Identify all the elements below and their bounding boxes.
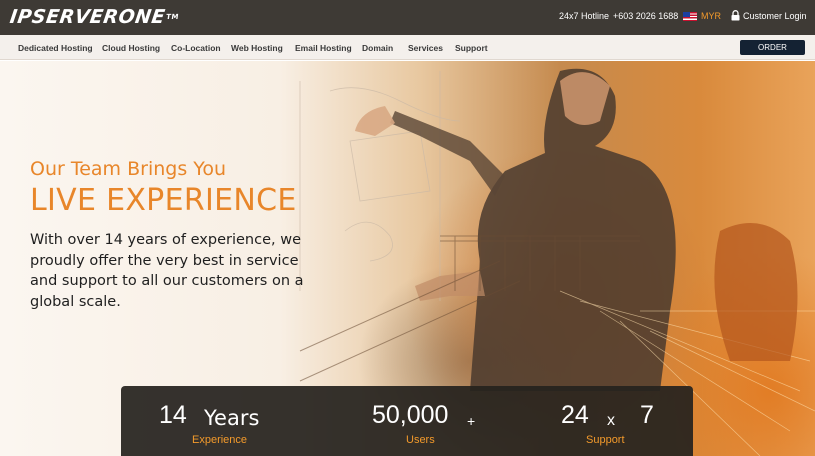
support-hours: 24 [561,401,589,429]
nav-web-hosting[interactable]: Web Hosting [231,43,283,53]
nav-co-location[interactable]: Co-Location [171,43,221,53]
years-label: Experience [192,434,248,446]
top-bar: IPSERVERONETM 24x7 Hotline +603 2026 168… [0,0,815,35]
nav-dedicated-hosting[interactable]: Dedicated Hosting [18,43,93,53]
ipserverone-logo[interactable]: IPSERVERONETM [8,6,180,28]
nav-email-hosting[interactable]: Email Hosting [295,43,352,53]
users-label: Users [406,434,435,446]
users-plus: + [467,413,476,429]
hero-subtitle: Our Team Brings You [30,158,227,180]
users-number: 50,000 [372,401,449,429]
stats-bar: 14 Years Experience 50,000 + Users 24 x … [121,386,693,456]
logo-text: IPSERVERONE [8,6,167,28]
currency-selector[interactable]: MYR [701,11,721,21]
hero-banner: Our Team Brings You LIVE EXPERIENCE With… [0,61,815,456]
years-number: 14 [159,401,187,429]
support-times: x [607,412,615,429]
customer-login-link[interactable]: Customer Login [743,11,807,21]
order-button[interactable]: ORDER [740,40,805,55]
nav-cloud-hosting[interactable]: Cloud Hosting [102,43,160,53]
hero-description: With over 14 years of experience, we pro… [30,232,304,310]
logo-trademark: TM [165,13,180,21]
hero-title: LIVE EXPERIENCE [30,183,297,218]
malaysia-flag-icon[interactable] [683,12,697,21]
nav-domain[interactable]: Domain [362,43,393,53]
support-label: Support [586,434,625,446]
main-nav: Dedicated Hosting Cloud Hosting Co-Locat… [0,35,815,60]
nav-support[interactable]: Support [455,43,488,53]
hotline-label: 24x7 Hotline [559,11,610,21]
support-days: 7 [640,401,654,429]
nav-services[interactable]: Services [408,43,443,53]
hotline-number[interactable]: +603 2026 1688 [613,11,678,21]
years-word: Years [204,406,260,430]
lock-icon [731,10,740,21]
